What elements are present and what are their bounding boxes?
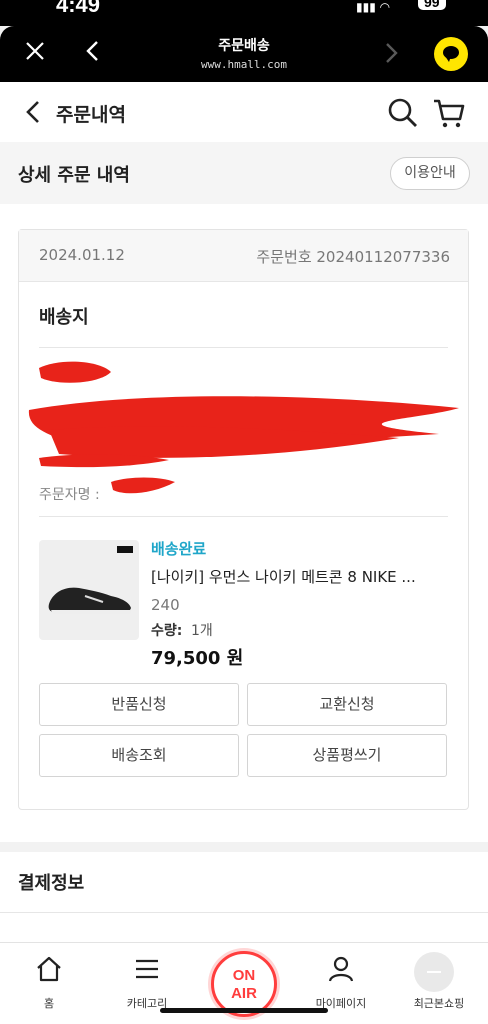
divider <box>0 912 488 913</box>
write-review-button[interactable]: 상품평쓰기 <box>247 734 447 777</box>
payment-section: 결제정보 <box>0 852 488 952</box>
recent-view-icon <box>414 952 454 992</box>
exchange-request-button[interactable]: 교환신청 <box>247 683 447 726</box>
nav-recent-label: 최근본쇼핑 <box>413 997 465 1010</box>
shoe-icon <box>48 587 131 614</box>
payment-title: 결제정보 <box>18 873 85 894</box>
divider <box>39 516 448 517</box>
product-image[interactable] <box>39 540 139 640</box>
clock: 4:49 <box>56 0 101 17</box>
menu-icon <box>136 959 158 979</box>
orderer-label: 주문자명 : <box>39 487 100 503</box>
delivery-tracking-button[interactable]: 배송조회 <box>39 734 239 777</box>
webview-forward-icon[interactable] <box>380 40 402 66</box>
return-request-button[interactable]: 반품신청 <box>39 683 239 726</box>
product-name[interactable]: [나이키] 우먼스 나이키 메트콘 8 NIKE ... <box>151 566 451 587</box>
delivery-status: 배송완료 <box>151 540 207 558</box>
divider <box>39 347 448 348</box>
cart-icon[interactable] <box>432 96 466 130</box>
person-icon <box>328 956 354 982</box>
webview-bar: 주문배송 www.hmall.com <box>0 26 488 82</box>
battery-icon: 99 <box>418 0 446 10</box>
product-price: 79,500 원 <box>151 648 244 669</box>
guide-button[interactable]: 이용안내 <box>390 157 470 190</box>
onair-label-top: ON <box>232 967 256 984</box>
home-indicator <box>160 1008 328 1013</box>
product-option: 240 <box>151 596 180 614</box>
section-header: 상세 주문 내역 이용안내 <box>0 142 488 204</box>
home-icon <box>37 956 61 982</box>
webview-url: www.hmall.com <box>200 58 288 71</box>
back-icon[interactable] <box>22 99 44 125</box>
search-icon[interactable] <box>386 96 420 130</box>
brand-logo <box>117 546 133 553</box>
page-title: 주문내역 <box>56 104 126 126</box>
order-card: 2024.01.12 주문번호 20240112077336 배송지 주문자명 … <box>18 229 469 810</box>
section-spacer <box>0 842 488 852</box>
quantity-label: 수량: <box>151 623 183 639</box>
nav-home[interactable]: 홈 <box>0 943 98 1024</box>
main-content: 2024.01.12 주문번호 20240112077336 배송지 주문자명 … <box>0 204 488 842</box>
kakaotalk-share-icon[interactable] <box>434 37 468 71</box>
webview-title: 주문배송 <box>218 38 270 54</box>
page-header: 주문내역 <box>0 82 488 142</box>
section-title: 상세 주문 내역 <box>18 165 130 186</box>
status-bar: 4:49 ▮▮▮ ◠ 99 <box>0 0 488 26</box>
shipping-title: 배송지 <box>39 307 89 328</box>
nav-home-label: 홈 <box>43 997 55 1010</box>
order-date: 2024.01.12 <box>39 246 125 264</box>
order-number: 주문번호 20240112077336 <box>256 248 450 266</box>
signal-wifi-icon: ▮▮▮ ◠ <box>356 0 391 14</box>
order-date-row: 2024.01.12 주문번호 20240112077336 <box>19 230 468 282</box>
onair-label-bottom: AIR <box>231 985 257 1002</box>
quantity-value: 1개 <box>191 623 213 639</box>
nav-recent[interactable]: 최근본쇼핑 <box>390 943 488 1024</box>
